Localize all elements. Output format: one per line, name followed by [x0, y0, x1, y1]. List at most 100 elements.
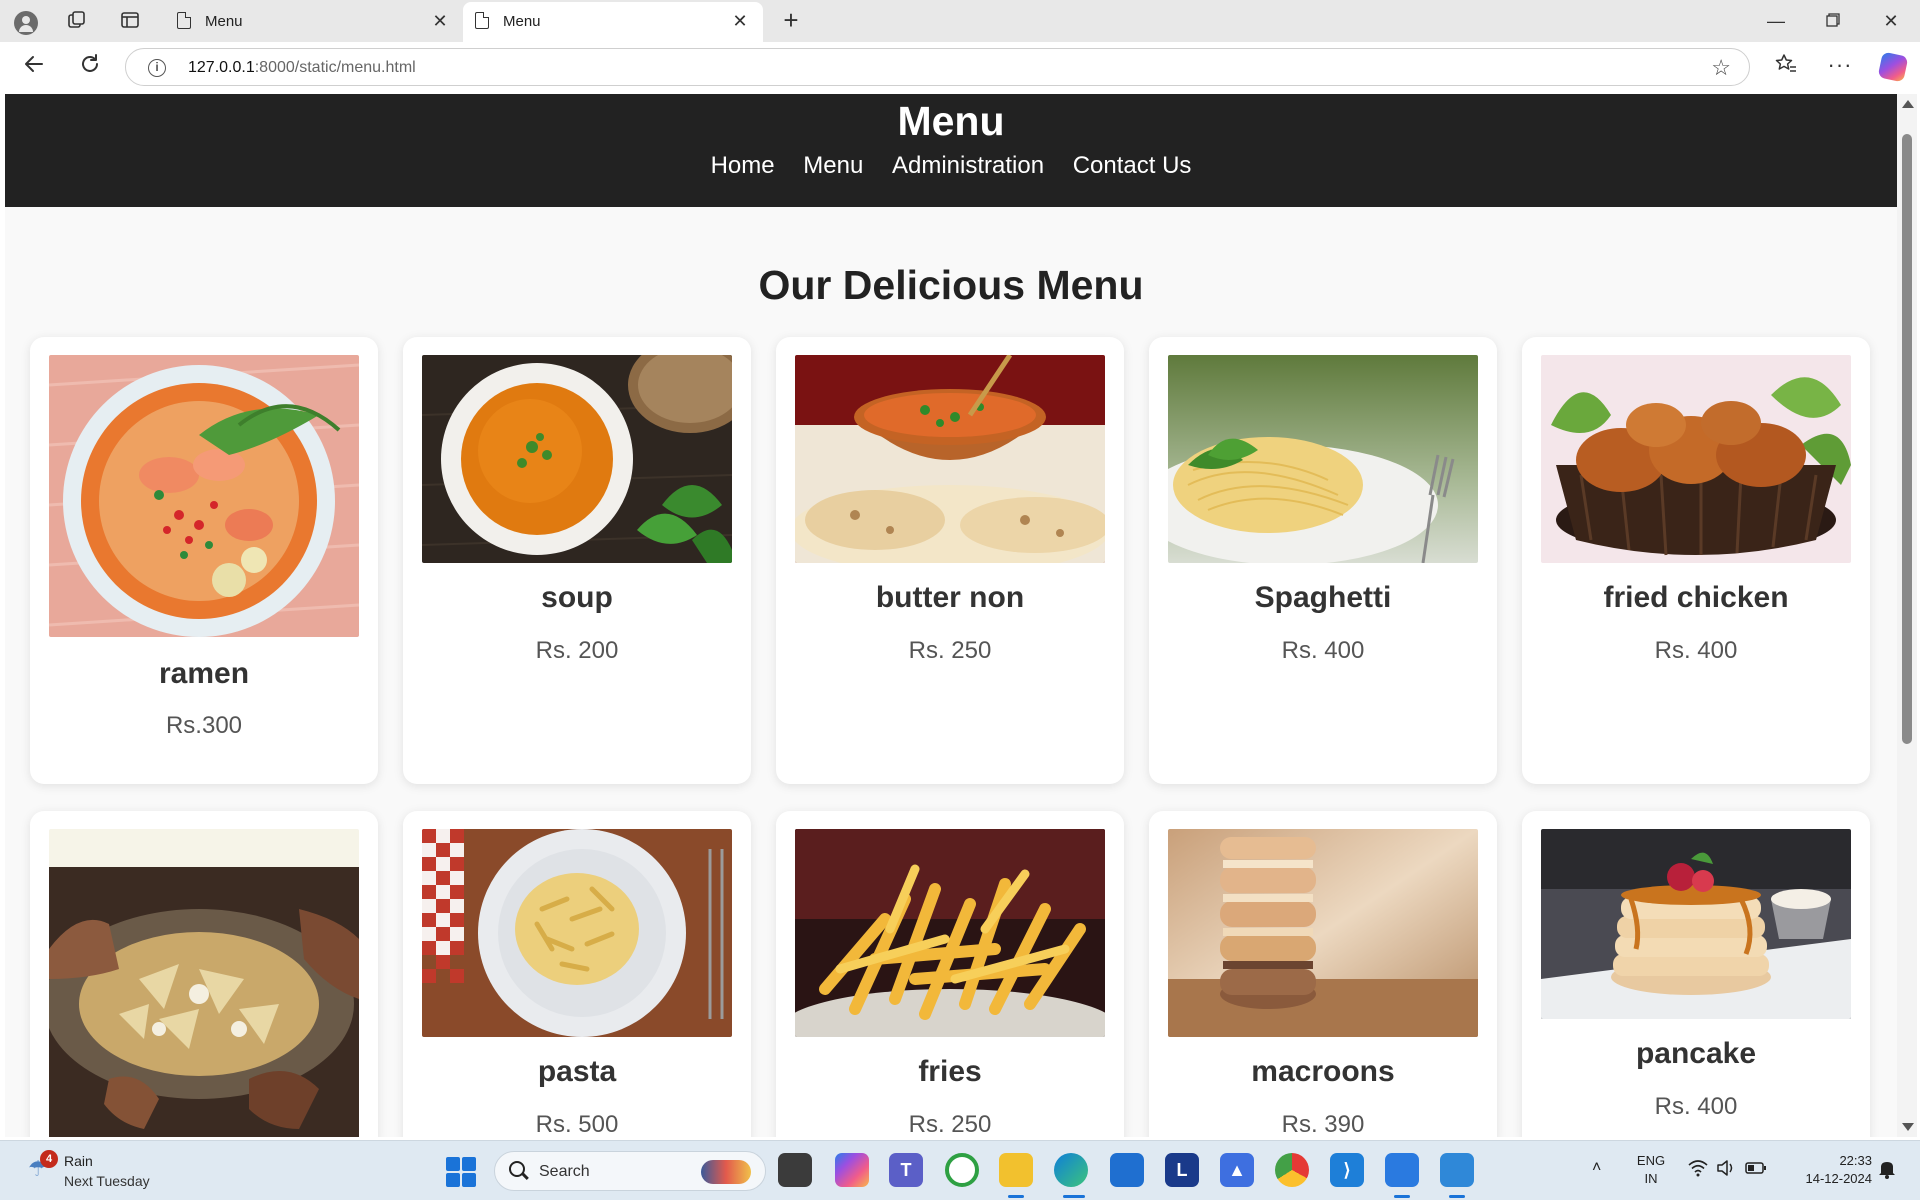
menu-card[interactable] — [30, 811, 378, 1137]
notification-badge: 4 — [40, 1150, 58, 1168]
region-code: IN — [1644, 1171, 1658, 1186]
food-name: fries — [918, 1055, 982, 1088]
copilot-app-icon[interactable] — [835, 1153, 869, 1187]
food-price: Rs.300 — [165, 712, 243, 739]
food-image-macroons — [1168, 829, 1478, 1037]
volume-icon[interactable] — [1716, 1159, 1736, 1182]
search-label: Search — [539, 1163, 590, 1180]
scroll-thumb[interactable] — [1902, 134, 1912, 744]
l-app-icon[interactable]: L — [1165, 1153, 1199, 1187]
chevron-up-icon[interactable]: ˄ — [1592, 1159, 1601, 1177]
scroll-up-icon[interactable] — [1902, 100, 1914, 108]
profile-icon — [14, 11, 38, 36]
copilot-icon[interactable] — [1877, 51, 1909, 83]
browser-tab[interactable]: Menu ✕ — [165, 2, 463, 42]
reload-icon[interactable] — [74, 52, 106, 84]
more-icon[interactable]: ··· — [1824, 52, 1856, 84]
tab-title: Menu — [503, 13, 541, 30]
menu-card[interactable]: soup Rs. 200 — [403, 337, 751, 784]
active-app-indicator — [1449, 1195, 1465, 1198]
favorites-icon[interactable] — [1770, 52, 1802, 84]
info-icon[interactable]: i — [148, 59, 166, 77]
nav-link-administration[interactable]: Administration — [892, 152, 1044, 180]
minimize-icon[interactable]: — — [1753, 6, 1799, 36]
menu-heading: Our Delicious Menu — [758, 262, 1144, 308]
windows-taskbar: ☂ 4 Rain Next Tuesday Search T L ▲ ⟩ ˄ E… — [0, 1140, 1920, 1200]
star-icon[interactable]: ☆ — [1711, 55, 1731, 81]
edge-icon[interactable] — [1054, 1153, 1088, 1187]
close-window-icon[interactable]: ✕ — [1868, 6, 1914, 36]
page-scrollbar[interactable] — [1897, 94, 1917, 1137]
food-name: ramen — [158, 657, 250, 690]
nav-link-contact[interactable]: Contact Us — [1073, 152, 1192, 180]
browser-tab-active[interactable]: Menu ✕ — [463, 2, 763, 42]
tab-title: Menu — [205, 13, 243, 30]
food-image-ramen — [49, 355, 359, 637]
food-price: Rs. 400 — [1654, 1093, 1738, 1120]
language-indicator[interactable]: ENG IN — [1636, 1152, 1666, 1188]
menu-card[interactable]: macroons Rs. 390 — [1149, 811, 1497, 1137]
food-price: Rs. 250 — [908, 1111, 992, 1137]
back-arrow-icon[interactable] — [18, 52, 50, 84]
clock-date: 14-12-2024 — [1805, 1171, 1873, 1186]
bell-icon[interactable] — [1878, 1159, 1896, 1179]
menu-card[interactable]: Spaghetti Rs. 400 — [1149, 337, 1497, 784]
food-price: Rs. 200 — [535, 637, 619, 664]
browser-tab-bar: Menu ✕ Menu ✕ + — ✕ — [0, 0, 1920, 42]
active-app-indicator — [1008, 1195, 1024, 1198]
taskbar-search[interactable]: Search — [494, 1151, 766, 1191]
plus-icon[interactable]: + — [776, 5, 806, 35]
url-input[interactable]: i 127.0.0.1:8000/static/menu.html ☆ — [125, 48, 1750, 86]
food-image-pancake — [1541, 829, 1851, 1019]
active-app-indicator — [1063, 1195, 1085, 1198]
food-image-soup — [422, 355, 732, 563]
paint-icon[interactable] — [1440, 1153, 1474, 1187]
store-icon[interactable] — [1110, 1153, 1144, 1187]
windows-start-icon[interactable] — [446, 1157, 476, 1187]
battery-icon[interactable] — [1745, 1159, 1767, 1182]
clock-time: 22:33 — [1839, 1153, 1872, 1168]
tab-actions-icon[interactable] — [117, 9, 143, 35]
menu-card[interactable]: pasta Rs. 500 — [403, 811, 751, 1137]
vscode-icon[interactable]: ⟩ — [1330, 1153, 1364, 1187]
food-name: pasta — [537, 1055, 617, 1088]
chrome-icon[interactable] — [1275, 1153, 1309, 1187]
url-host: 127.0.0.1 — [188, 59, 255, 76]
menu-card[interactable]: ramen Rs.300 — [30, 337, 378, 784]
task-view-icon[interactable] — [778, 1153, 812, 1187]
nav-link-home[interactable]: Home — [711, 152, 775, 180]
menu-card[interactable]: pancake Rs. 400 — [1522, 811, 1870, 1137]
system-clock[interactable]: 22:33 14-12-2024 — [1786, 1152, 1873, 1188]
page-icon — [475, 12, 489, 29]
active-app-indicator — [1394, 1195, 1410, 1198]
weather-widget[interactable]: ☂ 4 Rain Next Tuesday — [28, 1150, 178, 1194]
menu-card[interactable]: fried chicken Rs. 400 — [1522, 337, 1870, 784]
workspaces-icon[interactable] — [64, 9, 90, 35]
url-path: :8000/static/menu.html — [254, 59, 416, 76]
language-code: ENG — [1636, 1153, 1666, 1168]
food-name: macroons — [1251, 1055, 1395, 1088]
close-icon[interactable]: ✕ — [427, 8, 453, 34]
scroll-down-icon[interactable] — [1902, 1123, 1914, 1131]
food-image-nachos — [49, 829, 359, 1137]
file-explorer-icon[interactable] — [999, 1153, 1033, 1187]
food-price: Rs. 400 — [1654, 637, 1738, 664]
menu-card[interactable]: butter non Rs. 250 — [776, 337, 1124, 784]
teams-icon[interactable]: T — [889, 1153, 923, 1187]
food-image-butter-non — [795, 355, 1105, 563]
page-viewport: Menu Home Menu Administration Contact Us… — [5, 94, 1897, 1137]
search-icon — [509, 1161, 525, 1177]
close-icon[interactable]: ✕ — [727, 8, 753, 34]
nav-link-menu[interactable]: Menu — [803, 152, 863, 180]
food-image-fried-chicken — [1541, 355, 1851, 563]
refresh-app-icon[interactable] — [945, 1153, 979, 1187]
weather-title: Rain — [64, 1153, 93, 1169]
food-name: butter non — [875, 581, 1025, 614]
menu-card[interactable]: fries Rs. 250 — [776, 811, 1124, 1137]
profile-button[interactable] — [13, 9, 39, 36]
wifi-icon[interactable] — [1688, 1159, 1708, 1182]
address-bar-row: i 127.0.0.1:8000/static/menu.html ☆ ··· — [0, 42, 1920, 94]
restore-icon[interactable] — [1810, 6, 1856, 36]
notepad-icon[interactable] — [1385, 1153, 1419, 1187]
arc-app-icon[interactable]: ▲ — [1220, 1153, 1254, 1187]
